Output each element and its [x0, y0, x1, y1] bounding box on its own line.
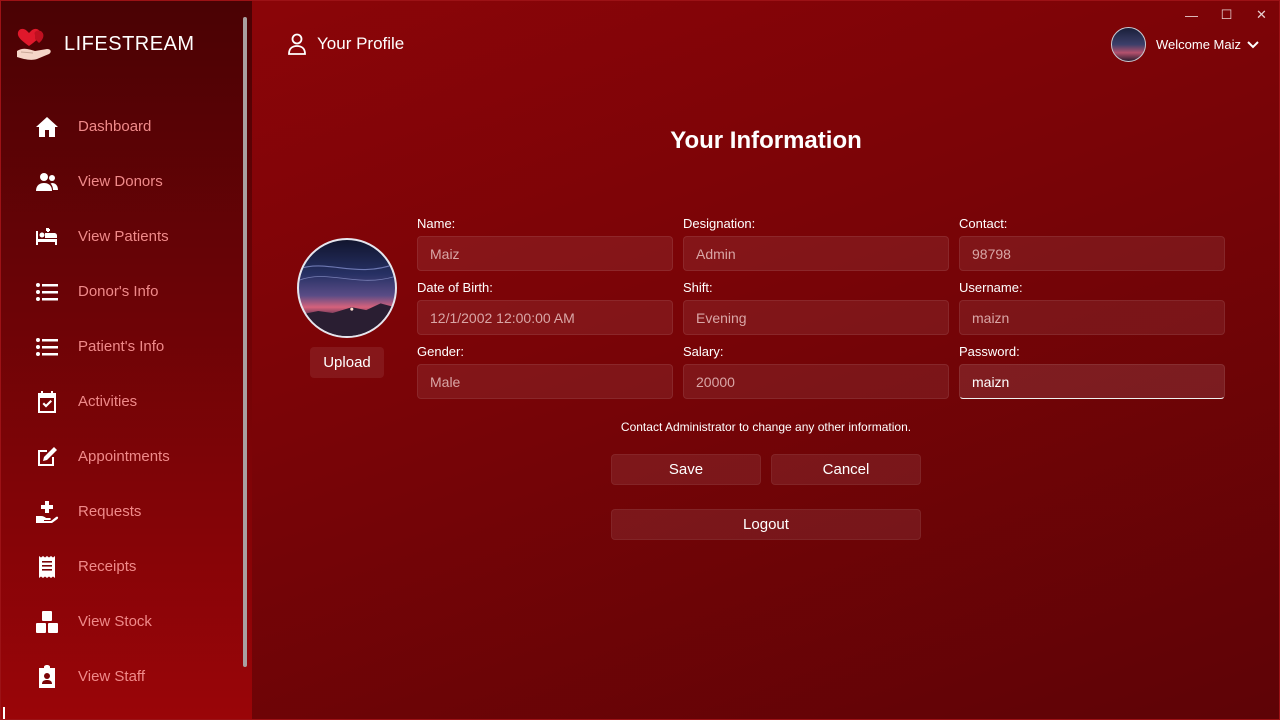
password-field[interactable]	[959, 364, 1225, 399]
page-header: Your Profile	[287, 33, 404, 55]
hand-plus-icon	[35, 500, 59, 524]
designation-label: Designation:	[683, 216, 756, 231]
username-label: Username:	[959, 280, 1023, 295]
info-note: Contact Administrator to change any othe…	[620, 420, 912, 434]
sidebar-item-label: View Donors	[78, 173, 163, 190]
username-field[interactable]: maizn	[959, 300, 1225, 335]
sidebar-item-label: View Stock	[78, 613, 152, 630]
app-name: LIFESTREAM	[64, 32, 195, 55]
text-cursor	[3, 707, 5, 719]
dob-field[interactable]: 12/1/2002 12:00:00 AM	[417, 300, 673, 335]
brand: LIFESTREAM	[15, 27, 195, 61]
minimize-button[interactable]: —	[1174, 5, 1209, 25]
salary-field[interactable]: 20000	[683, 364, 949, 399]
sidebar-item-appointments[interactable]: Appointments	[1, 429, 241, 484]
gender-label: Gender:	[417, 344, 464, 359]
sidebar-item-view-patients[interactable]: View Patients	[1, 209, 241, 264]
sidebar-item-activities[interactable]: Activities	[1, 374, 241, 429]
profile-picture	[297, 238, 397, 338]
shift-label: Shift:	[683, 280, 713, 295]
sidebar-item-label: Requests	[78, 503, 142, 520]
upload-button[interactable]: Upload	[310, 347, 384, 378]
sidebar-item-label: Patient's Info	[78, 338, 165, 355]
window-controls: — ☐ ✕	[1174, 5, 1279, 25]
sidebar-item-label: View Staff	[78, 668, 145, 685]
sidebar-item-label: View Patients	[78, 228, 169, 245]
name-field[interactable]: Maiz	[417, 236, 673, 271]
sidebar-item-donors-info[interactable]: Donor's Info	[1, 264, 241, 319]
sidebar-item-label: Dashboard	[78, 118, 152, 135]
id-badge-icon	[35, 664, 59, 689]
section-title: Your Information	[670, 127, 862, 154]
user-menu[interactable]: Welcome Maiz	[1111, 27, 1259, 62]
sidebar-item-label: Appointments	[78, 448, 170, 465]
sidebar-item-view-stock[interactable]: View Stock	[1, 594, 241, 649]
bed-icon	[35, 225, 59, 249]
sidebar-item-label: Receipts	[78, 558, 137, 575]
sidebar-item-view-donors[interactable]: View Donors	[1, 154, 241, 209]
contact-field[interactable]: 98798	[959, 236, 1225, 271]
page-title: Your Profile	[317, 34, 405, 53]
edit-icon	[35, 445, 59, 469]
maximize-button[interactable]: ☐	[1209, 5, 1244, 25]
gender-field[interactable]: Male	[417, 364, 673, 399]
receipt-icon	[35, 555, 59, 579]
dob-label: Date of Birth:	[417, 280, 493, 295]
cancel-button[interactable]: Cancel	[771, 454, 921, 485]
welcome-label: Welcome Maiz	[1156, 37, 1242, 52]
shift-field[interactable]: Evening	[683, 300, 949, 335]
sidebar-item-receipts[interactable]: Receipts	[1, 539, 241, 594]
sidebar-scrollbar[interactable]	[243, 17, 247, 667]
password-label: Password:	[959, 344, 1020, 359]
list-icon	[35, 335, 59, 359]
boxes-icon	[35, 610, 59, 634]
close-button[interactable]: ✕	[1244, 5, 1279, 25]
password-input[interactable]	[972, 373, 1202, 390]
user-icon	[288, 33, 306, 55]
logout-button[interactable]: Logout	[611, 509, 921, 540]
avatar	[1111, 27, 1146, 62]
save-button[interactable]: Save	[611, 454, 761, 485]
sidebar-item-dashboard[interactable]: Dashboard	[1, 99, 241, 154]
sidebar-item-label: Activities	[78, 393, 138, 410]
contact-label: Contact:	[959, 216, 1008, 231]
salary-label: Salary:	[683, 344, 724, 359]
heart-hand-logo-icon	[17, 28, 51, 60]
sidebar: LIFESTREAM Dashboard View Donors View Pa…	[1, 1, 252, 719]
home-icon	[35, 115, 59, 139]
calendar-check-icon	[35, 390, 59, 414]
sidebar-item-requests[interactable]: Requests	[1, 484, 241, 539]
list-icon	[35, 280, 59, 304]
sidebar-item-patients-info[interactable]: Patient's Info	[1, 319, 241, 374]
designation-field[interactable]: Admin	[683, 236, 949, 271]
sidebar-nav: Dashboard View Donors View Patients Dono…	[1, 99, 241, 704]
chevron-down-icon	[1247, 40, 1259, 48]
sidebar-item-label: Donor's Info	[78, 283, 159, 300]
users-icon	[35, 170, 59, 194]
app-window: LIFESTREAM Dashboard View Donors View Pa…	[0, 0, 1280, 720]
name-label: Name:	[417, 216, 456, 231]
sidebar-item-view-staff[interactable]: View Staff	[1, 649, 241, 704]
